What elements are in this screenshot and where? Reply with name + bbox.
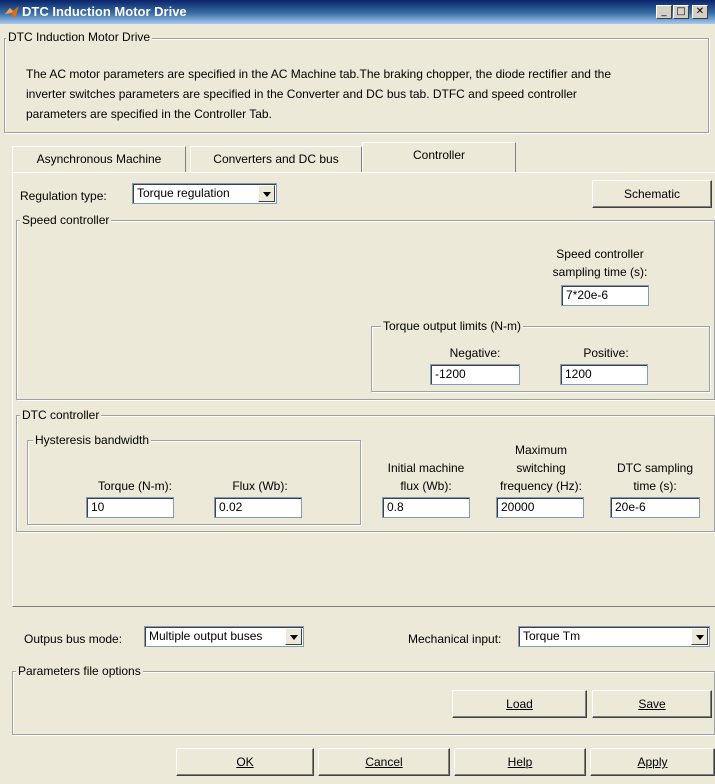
output-bus-label: Outpus bus mode: bbox=[24, 632, 123, 646]
dtc-controller-group-label: DTC controller bbox=[20, 408, 102, 422]
maximize-button[interactable]: □ bbox=[673, 5, 689, 19]
output-bus-value: Multiple output buses bbox=[149, 629, 263, 643]
max-frequency-field[interactable]: 20000 bbox=[496, 497, 584, 518]
description-line: inverter switches parameters are specifi… bbox=[26, 87, 577, 101]
hysteresis-group bbox=[27, 440, 361, 525]
matlab-logo-icon bbox=[5, 6, 19, 18]
apply-button[interactable]: Apply bbox=[590, 748, 715, 776]
speed-controller-group-label: Speed controller bbox=[20, 213, 112, 227]
apply-button-label: Apply bbox=[637, 755, 668, 769]
chevron-down-icon[interactable] bbox=[258, 185, 275, 202]
help-button-label: Help bbox=[507, 755, 533, 769]
flux-hysteresis-field[interactable]: 0.02 bbox=[214, 497, 302, 518]
cancel-button[interactable]: Cancel bbox=[318, 748, 450, 776]
negative-label: Negative: bbox=[449, 346, 501, 360]
description-line: parameters are specified in the Controll… bbox=[26, 107, 272, 121]
max-frequency-label: switching bbox=[516, 461, 566, 475]
initial-flux-label: flux (Wb): bbox=[400, 479, 452, 493]
save-button[interactable]: Save bbox=[592, 690, 712, 718]
help-button[interactable]: Help bbox=[454, 748, 586, 776]
torque-label: Torque (N-m): bbox=[97, 479, 172, 493]
mechanical-input-value: Torque Tm bbox=[523, 629, 581, 643]
mechanical-input-select[interactable]: Torque Tm bbox=[518, 626, 710, 647]
positive-label: Positive: bbox=[583, 346, 629, 360]
max-frequency-label: Maximum bbox=[514, 443, 567, 457]
close-button[interactable]: ✕ bbox=[692, 5, 708, 19]
initial-flux-label: Initial machine bbox=[387, 461, 465, 475]
dtc-sampling-field[interactable]: 20e-6 bbox=[610, 497, 700, 518]
regulation-type-value: Torque regulation bbox=[137, 186, 230, 200]
dtc-sampling-label: DTC sampling bbox=[616, 461, 694, 475]
speed-sampling-label: Speed controller bbox=[556, 247, 644, 261]
chevron-down-icon[interactable] bbox=[691, 628, 708, 645]
output-bus-select[interactable]: Multiple output buses bbox=[144, 626, 304, 647]
mechanical-input-label: Mechanical input: bbox=[408, 632, 502, 646]
cancel-button-label: Cancel bbox=[365, 755, 403, 769]
window-title: DTC Induction Motor Drive bbox=[22, 4, 187, 19]
load-button-label: Load bbox=[506, 697, 533, 711]
title-bar[interactable]: DTC Induction Motor Drive _ □ ✕ bbox=[0, 0, 715, 24]
save-button-label: Save bbox=[638, 697, 666, 711]
tab-converters-dc-bus[interactable]: Converters and DC bus bbox=[190, 146, 362, 172]
torque-limits-group-label: Torque output limits (N-m) bbox=[381, 319, 524, 333]
regulation-type-label: Regulation type: bbox=[20, 189, 107, 203]
max-frequency-label: frequency (Hz): bbox=[499, 479, 583, 493]
tab-controller[interactable]: Controller bbox=[362, 142, 516, 172]
parameters-file-group-label: Parameters file options bbox=[16, 664, 143, 678]
dtc-sampling-label: time (s): bbox=[633, 479, 677, 493]
regulation-type-select[interactable]: Torque regulation bbox=[132, 183, 277, 204]
chevron-down-icon[interactable] bbox=[285, 628, 302, 645]
hysteresis-group-label: Hysteresis bandwidth bbox=[33, 433, 152, 447]
description-group-label: DTC Induction Motor Drive bbox=[6, 30, 153, 44]
speed-sampling-field[interactable]: 7*20e-6 bbox=[561, 285, 649, 306]
description-line: The AC motor parameters are specified in… bbox=[26, 67, 611, 81]
positive-limit-field[interactable]: 1200 bbox=[560, 364, 648, 385]
schematic-button[interactable]: Schematic bbox=[592, 180, 712, 208]
tab-asynchronous-machine[interactable]: Asynchronous Machine bbox=[12, 146, 186, 172]
initial-flux-field[interactable]: 0.8 bbox=[382, 497, 470, 518]
negative-limit-field[interactable]: -1200 bbox=[430, 364, 520, 385]
torque-hysteresis-field[interactable]: 10 bbox=[86, 497, 174, 518]
ok-button-label: OK bbox=[236, 755, 254, 769]
ok-button[interactable]: OK bbox=[176, 748, 314, 776]
flux-label: Flux (Wb): bbox=[232, 479, 288, 493]
speed-sampling-label: sampling time (s): bbox=[552, 265, 648, 279]
load-button[interactable]: Load bbox=[452, 690, 587, 718]
minimize-button[interactable]: _ bbox=[656, 5, 672, 19]
